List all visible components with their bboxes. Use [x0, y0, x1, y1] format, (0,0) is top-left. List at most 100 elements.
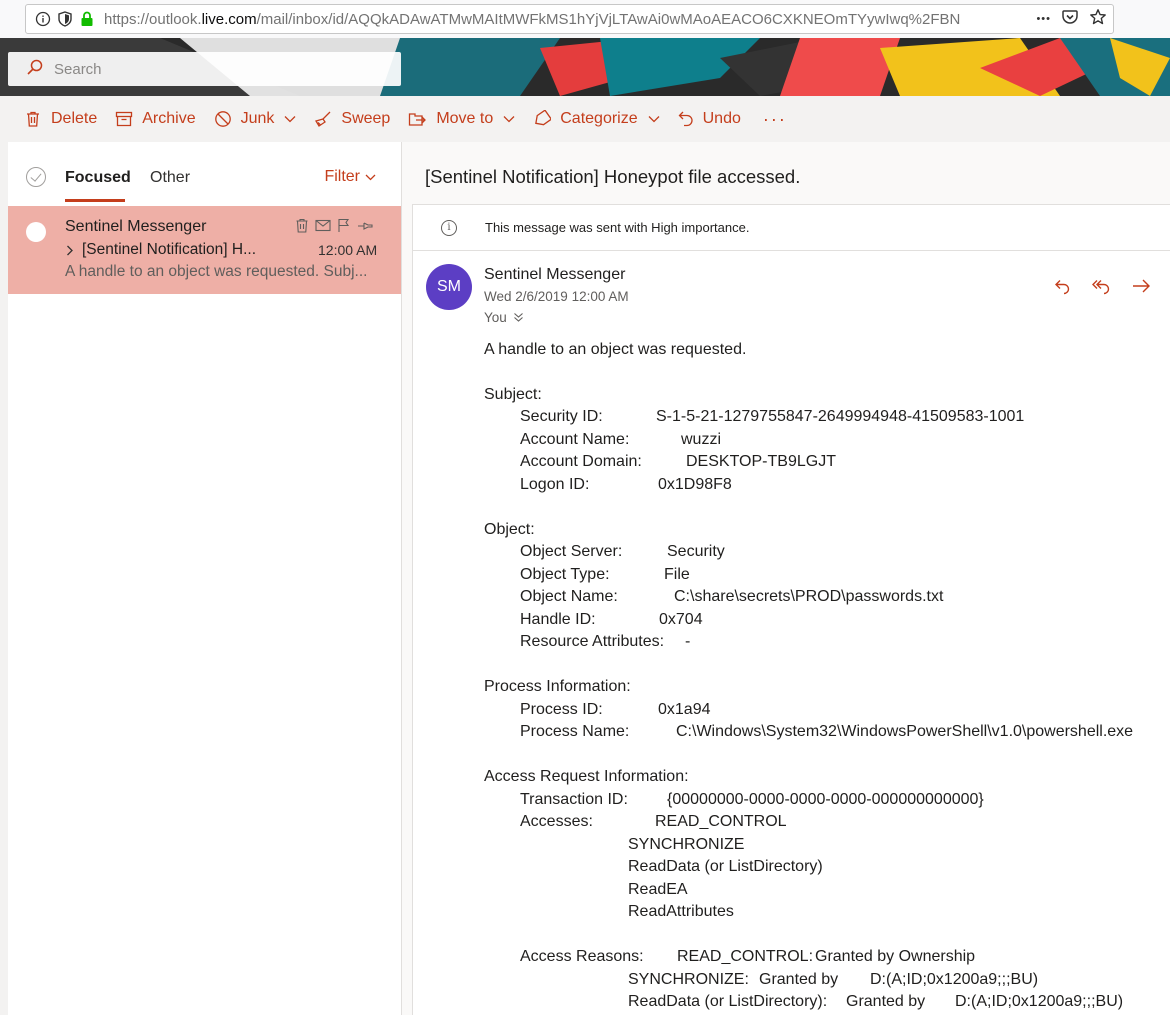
lock-icon[interactable] [76, 8, 98, 30]
access-item: ReadAttributes [628, 903, 734, 920]
resource-attributes-label: Resource Attributes: [520, 633, 665, 650]
move-to-label: Move to [436, 110, 494, 127]
reason-read-control-value: Granted by Ownership [815, 948, 976, 965]
move-folder-icon [409, 113, 427, 126]
header-banner: Search [0, 38, 1170, 96]
security-id-label: Security ID: [520, 408, 603, 425]
recipient[interactable]: You [484, 310, 524, 325]
bookmark-star-icon[interactable] [1089, 8, 1107, 31]
reason-readdata-value: D:(A;ID;0x1200a9;;;BU) [955, 993, 1124, 1010]
resource-attributes-value: - [685, 633, 691, 650]
archive-button[interactable]: Archive [115, 110, 196, 128]
reading-pane: [Sentinel Notification] Honeypot file ac… [402, 142, 1170, 1015]
reason-readdata-granted: Granted by [846, 993, 926, 1010]
account-name-label: Account Name: [520, 431, 630, 448]
process-id-value: 0x1a94 [658, 701, 711, 718]
url-text[interactable]: https://outlook.live.com/mail/inbox/id/A… [104, 11, 974, 28]
forward-icon[interactable] [1131, 277, 1151, 295]
trash-icon [27, 111, 39, 127]
handle-id-value: 0x704 [659, 611, 703, 628]
object-server-label: Object Server: [520, 543, 623, 560]
search-box[interactable]: Search [8, 52, 401, 86]
message-preview: A handle to an object was requested. Sub… [65, 263, 368, 280]
object-type-label: Object Type: [520, 566, 610, 583]
pin-icon[interactable] [357, 219, 373, 233]
reason-synchronize: SYNCHRONIZE: [628, 971, 749, 988]
recipient-text: You [484, 310, 507, 325]
delete-button[interactable]: Delete [24, 110, 97, 128]
sweep-label: Sweep [341, 110, 391, 127]
account-name-value: wuzzi [681, 431, 722, 448]
info-icon[interactable] [32, 8, 54, 30]
delete-label: Delete [51, 110, 98, 127]
object-section-header: Object: [484, 521, 535, 538]
body-intro: A handle to an object was requested. [484, 341, 747, 358]
access-item: ReadEA [628, 881, 688, 898]
reply-all-icon[interactable] [1091, 277, 1111, 295]
archive-icon [116, 111, 133, 127]
chevron-down-icon [365, 174, 376, 180]
junk-label: Junk [240, 110, 275, 127]
process-id-label: Process ID: [520, 701, 603, 718]
inbox-pivots: Focused Other Filter [8, 142, 402, 204]
trash-icon[interactable] [295, 218, 309, 233]
avatar[interactable]: SM [426, 264, 472, 310]
chevron-down-icon[interactable] [648, 115, 660, 123]
message-select-checkbox[interactable] [26, 222, 46, 242]
select-all-checkbox[interactable] [26, 167, 46, 187]
importance-banner: i This message was sent with High import… [413, 205, 1170, 251]
sender-name[interactable]: Sentinel Messenger [484, 266, 625, 284]
archive-label: Archive [142, 110, 196, 127]
command-bar: Delete Archive Junk Sweep Move to Catego… [0, 96, 1170, 142]
account-domain-value: DESKTOP-TB9LGJT [686, 453, 836, 470]
object-name-label: Object Name: [520, 588, 618, 605]
message-quick-actions [295, 218, 373, 233]
message-subject: [Sentinel Notification] H... [66, 241, 266, 259]
junk-button[interactable]: Junk [214, 110, 297, 128]
reason-synchronize-granted: Granted by [759, 971, 839, 988]
move-to-button[interactable]: Move to [408, 110, 515, 128]
pocket-icon[interactable] [1061, 8, 1079, 31]
info-icon: i [441, 219, 457, 236]
access-section-header: Access Request Information: [484, 768, 689, 785]
page-actions-button[interactable]: ••• [1036, 13, 1051, 25]
shield-icon[interactable] [54, 8, 76, 30]
browser-toolbar: https://outlook.live.com/mail/inbox/id/A… [0, 0, 1170, 38]
message-sender: Sentinel Messenger [65, 218, 207, 235]
search-input[interactable]: Search [54, 61, 102, 78]
filter-label: Filter [324, 168, 360, 185]
filter-button[interactable]: Filter [324, 168, 376, 186]
mail-icon[interactable] [315, 219, 331, 232]
address-bar[interactable]: https://outlook.live.com/mail/inbox/id/A… [25, 4, 1114, 34]
accesses-label: Accesses: [520, 813, 593, 830]
access-item: READ_CONTROL [655, 813, 787, 830]
more-commands-button[interactable]: ··· [763, 109, 787, 130]
logon-id-label: Logon ID: [520, 476, 590, 493]
list-item[interactable]: Sentinel Messenger [Sentinel Notificatio… [8, 206, 401, 294]
logon-id-value: 0x1D98F8 [658, 476, 732, 493]
flag-icon[interactable] [337, 218, 351, 233]
message-subject-text: [Sentinel Notification] H... [82, 241, 257, 258]
tab-other[interactable]: Other [150, 169, 190, 187]
sweep-button[interactable]: Sweep [314, 110, 390, 128]
categorize-button[interactable]: Categorize [533, 110, 660, 128]
undo-button[interactable]: Undo [678, 110, 741, 128]
sent-date: Wed 2/6/2019 12:00 AM [484, 289, 629, 304]
tab-focused[interactable]: Focused [65, 169, 131, 187]
access-item: ReadData (or ListDirectory) [628, 858, 823, 875]
account-domain-label: Account Domain: [520, 453, 642, 470]
object-type-value: File [664, 566, 690, 583]
reason-read-control: READ_CONTROL: [677, 948, 814, 965]
block-icon [214, 111, 231, 127]
chevron-down-icon[interactable] [503, 115, 515, 123]
object-server-value: Security [667, 543, 725, 560]
chevron-right-icon[interactable] [66, 245, 74, 256]
email-card: i This message was sent with High import… [412, 204, 1170, 1015]
handle-id-label: Handle ID: [520, 611, 596, 628]
chevron-down-icon[interactable] [284, 115, 296, 123]
search-icon [26, 58, 44, 81]
reply-icon[interactable] [1053, 277, 1071, 295]
double-chevron-down-icon[interactable] [513, 312, 524, 323]
process-name-label: Process Name: [520, 723, 630, 740]
active-tab-indicator [65, 199, 125, 202]
